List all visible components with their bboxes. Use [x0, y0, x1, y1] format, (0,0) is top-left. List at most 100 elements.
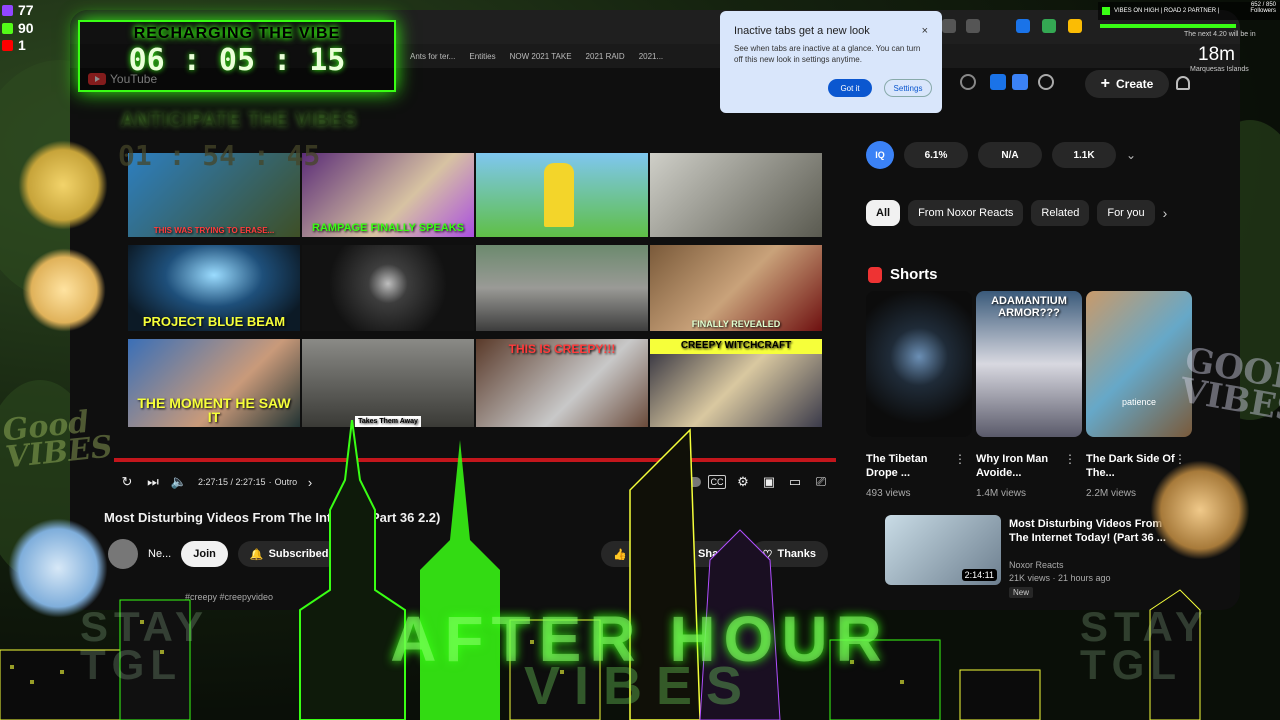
video-thumbnail[interactable]: RAMPAGE FINALLY SPEAKS	[302, 153, 474, 237]
twitch-icon	[2, 5, 13, 17]
bookmark-star-icon[interactable]	[966, 19, 980, 33]
heart-dollar-icon: ♡	[762, 548, 773, 561]
cat-moon-sticker	[1150, 460, 1250, 560]
volume-icon[interactable]: 🔈	[166, 472, 192, 492]
settings-button[interactable]: Settings	[884, 79, 932, 97]
kick-icon	[2, 22, 13, 34]
recommended-channel[interactable]: Noxor Reacts	[1009, 559, 1111, 572]
video-player[interactable]: THIS WAS TRYING TO ERASE... RAMPAGE FINA…	[128, 153, 822, 429]
filter-chip-related[interactable]: Related	[1031, 200, 1090, 226]
recommended-meta: Noxor Reacts 21K views · 21 hours ago	[1009, 559, 1111, 584]
stat-pill: 6.1%	[904, 142, 968, 168]
next-icon[interactable]: ⏭	[140, 472, 166, 492]
cast-icon[interactable]	[960, 74, 976, 90]
next-420-time: 18m	[1198, 44, 1235, 65]
join-button[interactable]: Join	[181, 541, 228, 567]
countdown-label: ANTICIPATE THE VIBES	[120, 110, 358, 131]
short-title[interactable]: The Tibetan Drope ...	[866, 452, 956, 481]
bookmark-item[interactable]: 2021 RAID	[586, 52, 625, 61]
bookmark-item[interactable]: Ants for ter...	[410, 52, 455, 61]
recommended-thumbnail[interactable]: 2:14:11	[885, 515, 1001, 585]
short-title[interactable]: Why Iron Man Avoide...	[976, 452, 1066, 481]
player-controls: ↻ ⏭ 🔈 2:27:15 / 2:27:15 · Outro › CC ⚙ ▣…	[114, 470, 834, 494]
inactive-tabs-popup: Inactive tabs get a new look See when ta…	[720, 11, 942, 113]
duration-badge: 2:14:11	[961, 569, 997, 581]
extension-icon[interactable]	[1016, 19, 1030, 33]
extension-icon[interactable]	[1042, 19, 1056, 33]
video-thumbnail[interactable]	[650, 153, 822, 237]
chevron-right-icon[interactable]: ›	[297, 472, 323, 492]
captions-icon[interactable]: CC	[708, 475, 726, 489]
filter-chips: All From Noxor Reacts Related For you ›	[866, 200, 1167, 226]
chapter-label[interactable]: Outro	[275, 477, 298, 487]
twitch-viewers: 77	[2, 2, 34, 20]
bookmark-item[interactable]: NOW 2021 TAKE	[510, 52, 572, 61]
bookmark-item[interactable]: Entities	[469, 52, 495, 61]
video-thumbnail[interactable]: FINALLY REVEALED	[650, 245, 822, 331]
iq-badge[interactable]: IQ	[866, 141, 894, 169]
more-vert-icon[interactable]: ⋮	[1064, 452, 1076, 466]
goal-count: 652 / 850 Followers	[1250, 2, 1276, 14]
theater-mode-icon[interactable]: ▭	[782, 472, 808, 492]
popup-title: Inactive tabs get a new look	[734, 25, 870, 37]
extension-icon[interactable]	[942, 19, 956, 33]
bookmark-item[interactable]: 2021...	[639, 52, 663, 61]
extension-icon[interactable]	[1068, 19, 1082, 33]
share-icon: ↗	[683, 548, 694, 561]
video-thumbnail[interactable]: Takes Them Away	[302, 339, 474, 427]
video-progress-bar[interactable]	[114, 458, 836, 462]
got-it-button[interactable]: Got it	[828, 79, 872, 97]
miniplayer-icon[interactable]: ▣	[756, 472, 782, 492]
cartoon-figure	[544, 163, 574, 227]
video-thumbnail[interactable]	[476, 153, 648, 237]
video-thumbnail[interactable]: THIS IS CREEPY!!!	[476, 339, 648, 427]
time-display: 2:27:15 / 2:27:15	[198, 477, 266, 487]
video-thumbnail[interactable]: PROJECT BLUE BEAM	[128, 245, 300, 331]
subscribed-button[interactable]: 🔔 Subscribed	[237, 541, 341, 567]
like-dislike-button[interactable]: 👍 | 👎	[601, 541, 662, 567]
video-thumbnail[interactable]: CREEPY WITCHCRAFT	[650, 339, 822, 427]
extension-stats-row: IQ 6.1% N/A 1.1K ⌄	[866, 137, 1182, 173]
more-vert-icon[interactable]: ⋮	[954, 452, 966, 466]
channel-avatar[interactable]	[108, 539, 138, 569]
viewer-counts: 77 90 1	[2, 2, 34, 55]
stream-scene: Ants for ter... Entities NOW 2021 TAKE 2…	[0, 0, 1280, 720]
vibes-banner: VIBES	[523, 656, 757, 716]
cast-icon[interactable]: ⎚	[808, 472, 834, 492]
recommended-views: 21K views · 21 hours ago	[1009, 572, 1111, 583]
video-thumbnail[interactable]	[476, 245, 648, 331]
thanks-button[interactable]: ♡ Thanks	[750, 541, 828, 567]
shorts-icon	[868, 266, 882, 283]
moon-cat-sticker	[18, 140, 108, 230]
filter-chip-for-you[interactable]: For you	[1097, 200, 1155, 226]
replay-icon[interactable]: ↻	[114, 472, 140, 492]
extension-icon[interactable]	[990, 74, 1006, 90]
video-title: Most Disturbing Videos From The Internet…	[104, 510, 441, 525]
short-thumbnail[interactable]: patience	[1086, 291, 1192, 437]
filter-chip-channel[interactable]: From Noxor Reacts	[908, 200, 1024, 226]
next-420-location: Marquesas Islands	[1190, 66, 1249, 73]
playlist-icon[interactable]	[1012, 74, 1028, 90]
video-thumbnail[interactable]: THE MOMENT HE SAW IT	[128, 339, 300, 427]
channel-name[interactable]: Ne...	[148, 548, 171, 560]
close-icon[interactable]: ×	[922, 25, 928, 37]
channel-row: Ne... Join 🔔 Subscribed 👍 | 👎 ↗ Share ♡ …	[108, 538, 828, 570]
video-thumbnail[interactable]	[302, 245, 474, 331]
short-thumbnail[interactable]: ADAMANTIUM ARMOR???	[976, 291, 1082, 437]
share-button[interactable]: ↗ Share	[671, 541, 741, 567]
settings-gear-icon[interactable]: ⚙	[730, 472, 756, 492]
filter-chip-all[interactable]: All	[866, 200, 901, 226]
description-tags[interactable]: #creepy #creepyvideo	[185, 592, 273, 602]
timer-label: RECHARGING THE VIBE	[133, 25, 341, 42]
browser-window: Ants for ter... Entities NOW 2021 TAKE 2…	[70, 10, 1240, 610]
chevron-right-icon[interactable]: ›	[1163, 205, 1168, 221]
cat-sticker	[22, 248, 106, 332]
good-vibes-sticker-left: Good VIBES	[1, 404, 115, 476]
autoplay-toggle[interactable]	[674, 472, 704, 492]
popup-body: See when tabs are inactive at a glance. …	[734, 44, 921, 65]
chevron-down-icon[interactable]: ⌄	[1126, 148, 1136, 162]
countdown-value: 01 : 54 : 45	[118, 139, 321, 172]
account-switch-icon[interactable]	[1038, 74, 1054, 90]
recommended-video[interactable]: 2:14:11 Most Disturbing Videos From The …	[885, 515, 1185, 598]
short-thumbnail[interactable]	[866, 291, 972, 437]
